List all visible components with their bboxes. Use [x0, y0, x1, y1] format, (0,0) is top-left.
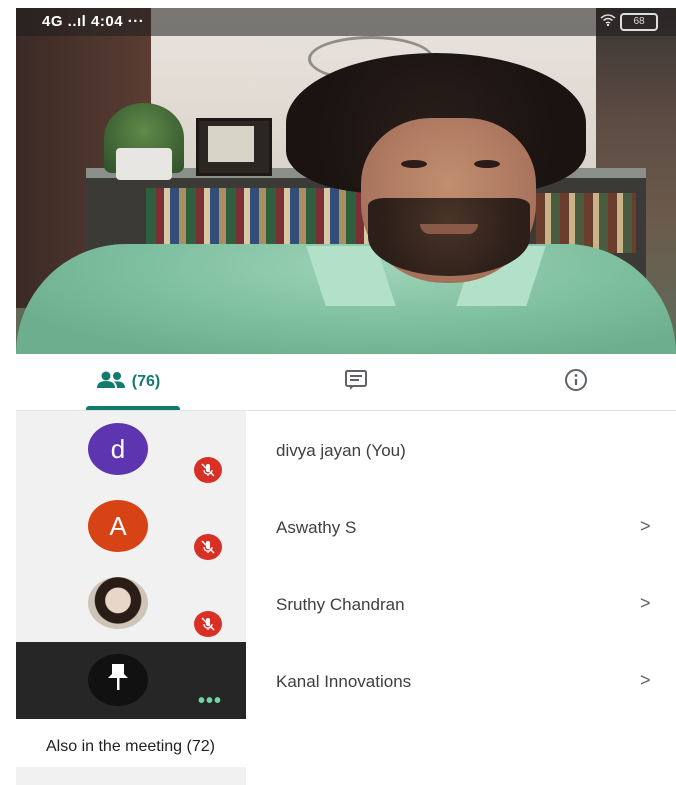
pin-icon: [105, 662, 131, 699]
avatar-cell: d: [16, 411, 246, 488]
chevron-right-icon[interactable]: >: [640, 670, 651, 691]
avatar: [88, 654, 148, 706]
participant-list: d divya jayan (You) A Aswathy S > Sruthy…: [16, 411, 676, 719]
active-tab-indicator: [86, 406, 180, 410]
chat-icon: [344, 369, 368, 396]
speaker-mouth: [420, 224, 478, 234]
status-more-indicator: ···: [127, 13, 145, 30]
participant-name: divya jayan (You): [276, 441, 406, 460]
chevron-right-icon[interactable]: >: [640, 516, 651, 537]
avatar-photo: [88, 577, 148, 629]
speaking-indicator-icon: •••: [198, 690, 223, 712]
tab-bar: (76): [16, 354, 676, 411]
people-icon: [96, 371, 126, 394]
status-bar: 4G ..ıl 4:04 ··· 68: [16, 8, 676, 36]
next-participant-row-partial[interactable]: [16, 767, 246, 785]
clock: 4:04: [91, 13, 124, 30]
speaker-beard: [368, 198, 530, 276]
wifi-icon: [600, 13, 620, 30]
meeting-screen: 4G ..ıl 4:04 ··· 68 (76) d divya jayan (…: [16, 8, 676, 785]
participant-name: Sruthy Chandran: [276, 595, 405, 614]
chevron-right-icon[interactable]: >: [640, 593, 651, 614]
participant-name: Kanal Innovations: [276, 672, 412, 691]
also-in-meeting-heading: Also in the meeting (72): [46, 738, 215, 755]
signal-indicator: 4G ..ıl: [42, 13, 87, 30]
info-icon: [564, 368, 588, 397]
speaker-video[interactable]: 4G ..ıl 4:04 ··· 68: [16, 8, 676, 354]
battery-icon: 68: [620, 13, 658, 32]
participant-name: Aswathy S: [276, 518, 357, 537]
avatar: A: [88, 500, 148, 552]
avatar-cell: [16, 565, 246, 642]
avatar-cell: •••: [16, 642, 246, 719]
mic-off-icon: [194, 457, 222, 483]
status-right: 68: [600, 13, 658, 32]
speaker-eye-right: [474, 160, 500, 168]
photo-frame-image: [208, 126, 254, 162]
tab-info[interactable]: [536, 354, 616, 410]
speaker-eye-left: [401, 160, 427, 168]
avatar: d: [88, 423, 148, 475]
status-left: 4G ..ıl 4:04 ···: [42, 13, 144, 30]
plant-pot: [116, 148, 172, 180]
participant-row[interactable]: A Aswathy S >: [16, 488, 676, 565]
participant-row[interactable]: Sruthy Chandran >: [16, 565, 676, 642]
tab-people[interactable]: (76): [68, 354, 188, 410]
participant-row[interactable]: ••• Kanal Innovations >: [16, 642, 676, 719]
tab-chat[interactable]: [316, 354, 396, 410]
avatar-cell: A: [16, 488, 246, 565]
mic-off-icon: [194, 534, 222, 560]
mic-off-icon: [194, 611, 222, 637]
participant-row[interactable]: d divya jayan (You): [16, 411, 676, 488]
people-count: (76): [131, 373, 161, 390]
